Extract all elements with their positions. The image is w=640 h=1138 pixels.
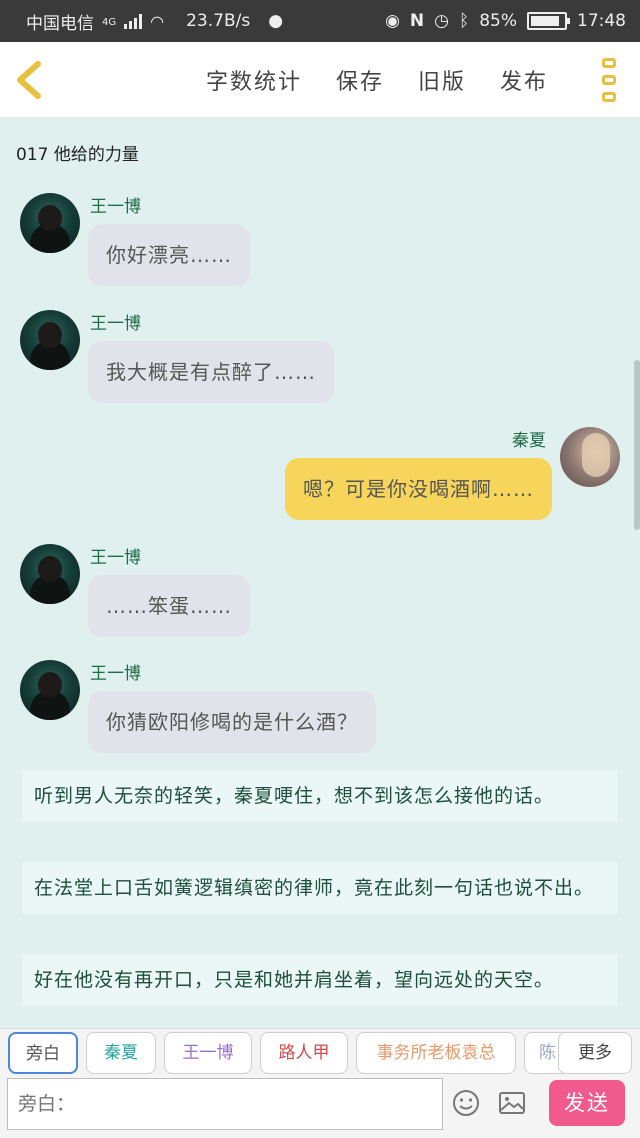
network-speed: 23.7B/s [186,11,251,31]
save-button[interactable]: 保存 [336,64,384,96]
wifi-icon: ◠ [150,11,165,31]
scrollbar[interactable] [634,360,640,530]
send-button[interactable]: 发送 [549,1080,625,1126]
avatar[interactable] [20,310,80,370]
image-icon[interactable] [497,1088,527,1118]
role-selector: 旁白 秦夏 王一博 路人甲 事务所老板袁总 陈 更多 [0,1028,640,1076]
role-chip-wangyibo[interactable]: 王一博 [164,1032,252,1074]
publish-button[interactable]: 发布 [500,64,548,96]
avatar[interactable] [560,427,620,487]
message-bubble[interactable]: 我大概是有点醉了…… [88,341,334,403]
message-input[interactable] [7,1078,443,1130]
avatar[interactable] [20,193,80,253]
header-actions: 字数统计 保存 旧版 发布 [206,64,548,96]
more-menu-icon[interactable] [600,58,618,102]
role-chip-passerby[interactable]: 路人甲 [260,1032,348,1074]
eye-icon: ◉ [385,11,400,31]
carrier-label: 中国电信 [26,13,94,34]
message-bubble[interactable]: 嗯？可是你没喝酒啊…… [285,458,552,520]
alarm-icon: ◷ [434,11,449,31]
old-version-button[interactable]: 旧版 [418,64,466,96]
network-type: 4G [102,16,117,28]
narration-block[interactable]: 在法堂上口舌如簧逻辑缜密的律师，竟在此刻一句话也说不出。 [22,862,618,914]
input-bar: 发送 [0,1076,640,1138]
story-content[interactable]: 017 他给的力量 王一博 你好漂亮…… 王一博 我大概是有点醉了…… 秦夏 嗯… [0,118,640,1028]
status-bar: 中国电信 4G ◠ 23.7B/s ● ◉ N ◷ ᛒ 85% 17:48 [0,0,640,42]
more-roles-button[interactable]: 更多 [558,1032,632,1074]
clock: 17:48 [577,11,626,31]
role-chip-boss-yuan[interactable]: 事务所老板袁总 [356,1032,516,1074]
avatar[interactable] [20,544,80,604]
battery-icon [527,12,570,30]
back-arrow-icon[interactable] [12,60,48,100]
signal-icon [124,13,143,29]
word-count-button[interactable]: 字数统计 [206,64,302,96]
narration-block[interactable]: 好在他没有再开口，只是和她并肩坐着，望向远处的天空。 [22,954,618,1006]
editor-header: 字数统计 保存 旧版 发布 [0,42,640,118]
message-bubble[interactable]: ……笨蛋…… [88,575,250,637]
nfc-icon: N [409,11,425,31]
role-chip-qinxia[interactable]: 秦夏 [86,1032,156,1074]
chapter-title: 017 他给的力量 [16,145,139,165]
narration-block[interactable]: 听到男人无奈的轻笑，秦夏哽住，想不到该怎么接他的话。 [22,770,618,822]
emoji-icon[interactable] [451,1088,481,1118]
role-chip-narrator[interactable]: 旁白 [8,1032,78,1074]
message-bubble[interactable]: 你猜欧阳修喝的是什么酒？ [88,691,376,753]
speaker-name: 王一博 [90,548,141,568]
speaker-name: 王一博 [90,197,141,217]
battery-percent: 85% [479,11,517,31]
speaker-name: 秦夏 [512,431,546,451]
avatar[interactable] [20,660,80,720]
speaker-name: 王一博 [90,314,141,334]
bluetooth-icon: ᛒ [459,11,470,31]
speaker-name: 王一博 [90,664,141,684]
message-bubble[interactable]: 你好漂亮…… [88,224,250,286]
notification-icon: ● [268,11,284,31]
